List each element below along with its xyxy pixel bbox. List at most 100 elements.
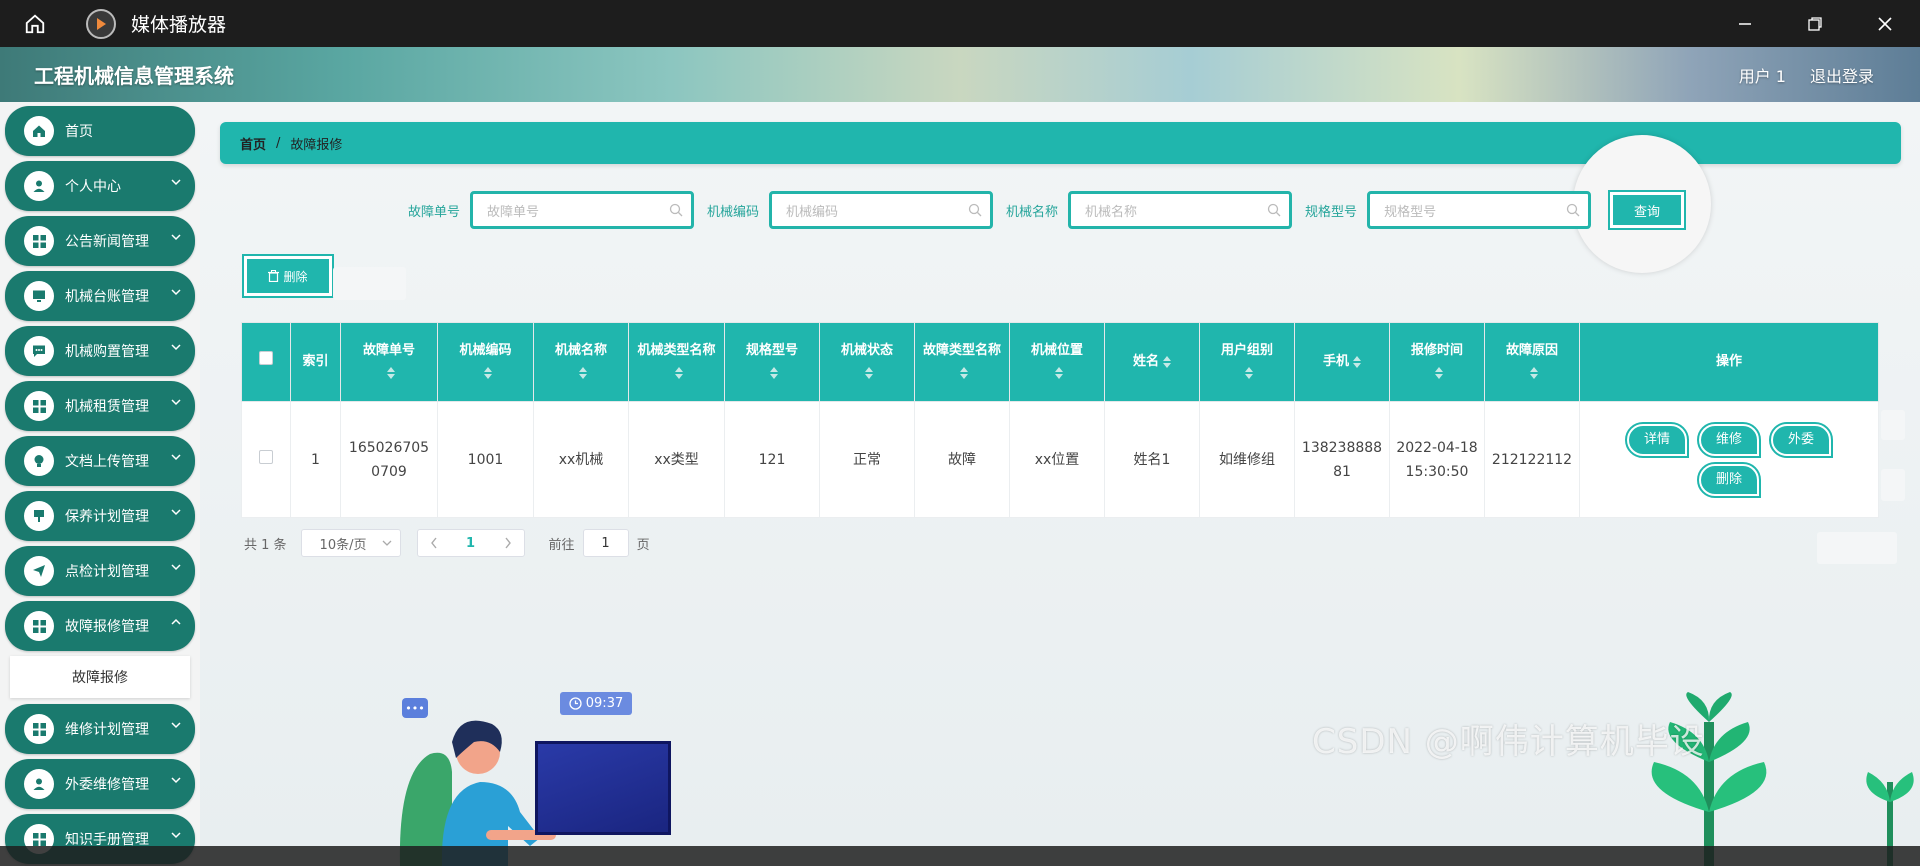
column-header-sortable[interactable]: 机械类型名称	[628, 322, 725, 402]
breadcrumb-home[interactable]: 首页	[240, 134, 266, 153]
sidebar-item-label: 机械台账管理	[65, 289, 149, 305]
breadcrumb-current: 故障报修	[290, 137, 343, 153]
system-title: 工程机械信息管理系统	[34, 64, 234, 88]
sort-caret-icon[interactable]	[770, 366, 778, 379]
restore-button[interactable]	[1780, 0, 1850, 47]
chevron-down-icon	[171, 832, 181, 839]
row-select-cell[interactable]	[241, 401, 291, 518]
close-button[interactable]	[1850, 0, 1920, 47]
current-page[interactable]: 1	[466, 536, 475, 551]
chevron-down-icon	[171, 564, 181, 571]
minimize-button[interactable]	[1710, 0, 1780, 47]
sidebar-item-outsourced-repair[interactable]: 外委维修管理	[5, 759, 195, 809]
search-icon	[1267, 203, 1281, 217]
minimize-icon	[1739, 22, 1751, 25]
column-header: 索引	[290, 322, 341, 402]
monitor-illustration	[535, 741, 671, 835]
search-form: 故障单号 故障单号 机械编码 机械编码 机械名称 机械名称 规格型号 规格型号 …	[408, 190, 1687, 230]
repair-button[interactable]: 维修	[1697, 421, 1761, 458]
pagination-total: 共 1 条	[244, 537, 287, 553]
search-label-machine-name: 机械名称	[1006, 204, 1059, 220]
column-header-sortable[interactable]: 机械状态	[819, 322, 915, 402]
prev-page-icon[interactable]	[430, 537, 438, 549]
column-header-sortable[interactable]: 故障原因	[1484, 322, 1580, 402]
sort-caret-icon[interactable]	[960, 366, 968, 379]
sort-caret-icon[interactable]	[387, 366, 395, 379]
sidebar-item-label: 保养计划管理	[65, 509, 149, 525]
batch-delete-button[interactable]: 删除	[242, 254, 334, 298]
cell-fault-no: 1650267050709	[340, 401, 438, 518]
sidebar-subitem-fault-repair[interactable]: 故障报修	[10, 656, 190, 698]
goto-page-input[interactable]: 1	[582, 529, 629, 557]
detail-button[interactable]: 详情	[1625, 421, 1689, 458]
chevron-up-icon	[171, 618, 181, 625]
cell-actions: 详情 维修 外委 删除	[1579, 401, 1879, 518]
sort-caret-icon[interactable]	[579, 366, 587, 379]
search-icon	[1566, 203, 1580, 217]
trash-icon	[268, 270, 280, 282]
spec-input[interactable]: 规格型号	[1367, 191, 1592, 229]
pagination: 共 1 条 10条/页 1 前往 1 页	[244, 529, 650, 557]
sidebar-item-label: 首页	[65, 124, 93, 140]
row-checkbox[interactable]	[259, 449, 273, 464]
ghost-placeholder	[1881, 469, 1905, 501]
sidebar-item-ledger[interactable]: 机械台账管理	[5, 271, 195, 321]
column-header-sortable[interactable]: 机械名称	[533, 322, 629, 402]
column-header-sortable[interactable]: 手机	[1294, 322, 1390, 402]
delete-button[interactable]: 删除	[1697, 461, 1761, 498]
machine-code-input[interactable]: 机械编码	[769, 191, 994, 229]
sort-caret-icon[interactable]	[1530, 366, 1538, 379]
column-header-sortable[interactable]: 故障类型名称	[914, 322, 1010, 402]
sort-caret-icon[interactable]	[674, 366, 683, 379]
table-header-row: 索引 故障单号 机械编码 机械名称 机械类型名称 规格型号 机械状态 故障类型名…	[241, 322, 1879, 402]
select-all-checkbox[interactable]	[259, 351, 273, 365]
query-button[interactable]: 查询	[1608, 190, 1687, 230]
sidebar-item-news[interactable]: 公告新闻管理	[5, 216, 195, 266]
outsource-button[interactable]: 外委	[1769, 421, 1833, 458]
sidebar-item-purchase[interactable]: 机械购置管理	[5, 326, 195, 376]
sidebar-item-maintenance-plan[interactable]: 保养计划管理	[5, 491, 195, 541]
sort-caret-icon[interactable]	[1435, 366, 1443, 379]
sidebar-item-inspection-plan[interactable]: 点检计划管理	[5, 546, 195, 596]
column-header-sortable[interactable]: 报修时间	[1389, 322, 1485, 402]
column-header-sortable[interactable]: 规格型号	[724, 322, 820, 402]
chevron-down-icon	[171, 399, 181, 406]
sidebar-item-profile[interactable]: 个人中心	[5, 161, 195, 211]
page-size-select[interactable]: 10条/页	[300, 529, 401, 557]
next-page-icon[interactable]	[504, 537, 512, 549]
sort-caret-icon[interactable]	[1055, 366, 1063, 379]
column-header-sortable[interactable]: 姓名	[1104, 322, 1200, 402]
sort-caret-icon[interactable]	[865, 366, 873, 379]
column-header-sortable[interactable]: 机械编码	[437, 322, 534, 402]
user-name[interactable]: 用户 1	[1739, 63, 1786, 87]
column-header-sortable[interactable]: 用户组别	[1199, 322, 1295, 402]
send-icon	[24, 556, 54, 586]
sort-caret-icon[interactable]	[1245, 366, 1253, 379]
column-header-sortable[interactable]: 机械位置	[1009, 322, 1105, 402]
fault-no-input[interactable]: 故障单号	[470, 191, 695, 229]
sort-caret-icon[interactable]	[483, 366, 492, 379]
sidebar-item-repair-plan[interactable]: 维修计划管理	[5, 704, 195, 754]
sidebar-item-label: 机械购置管理	[65, 344, 149, 360]
chevron-down-icon	[171, 454, 181, 461]
cell-reason: 212122112	[1484, 401, 1580, 518]
sidebar-item-fault-repair[interactable]: 故障报修管理	[5, 601, 195, 651]
sort-caret-icon[interactable]	[1163, 355, 1171, 368]
logout-link[interactable]: 退出登录	[1810, 63, 1874, 87]
restore-icon	[1808, 16, 1822, 31]
sidebar-item-lease[interactable]: 机械租赁管理	[5, 381, 195, 431]
sort-caret-icon[interactable]	[1353, 355, 1361, 368]
sidebar-item-home[interactable]: 首页	[5, 106, 195, 156]
chevron-down-icon	[171, 722, 181, 729]
select-all-cell[interactable]	[241, 322, 291, 402]
machine-name-input[interactable]: 机械名称	[1068, 191, 1293, 229]
cell-machine-code: 1001	[437, 401, 534, 518]
pin-icon	[24, 501, 54, 531]
home-button[interactable]	[0, 0, 70, 47]
sidebar-item-documents[interactable]: 文档上传管理	[5, 436, 195, 486]
sidebar-item-label: 个人中心	[65, 179, 121, 195]
column-header: 操作	[1579, 322, 1879, 402]
cell-report-time: 2022-04-18 15:30:50	[1389, 401, 1485, 518]
search-icon	[968, 203, 982, 217]
column-header-sortable[interactable]: 故障单号	[340, 322, 438, 402]
